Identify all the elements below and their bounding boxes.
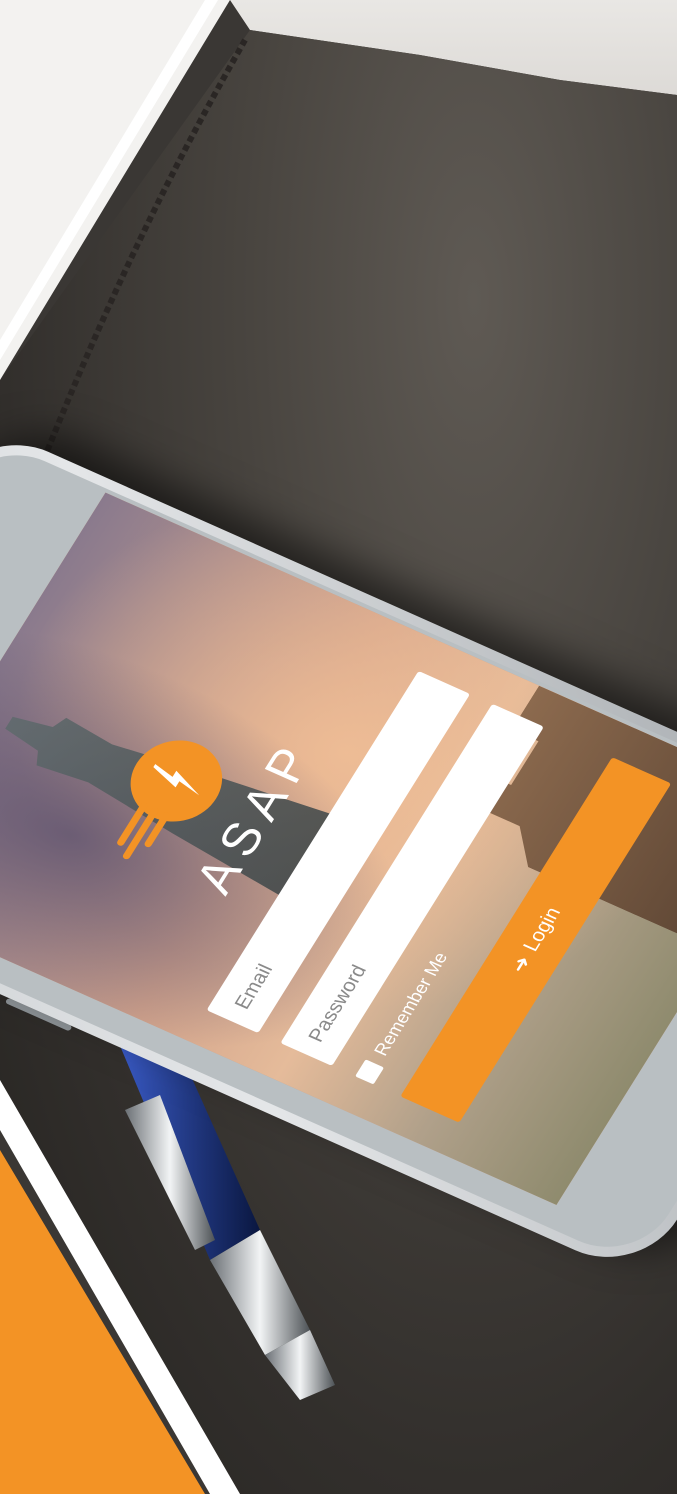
sign-in-icon: ➜ <box>506 952 536 976</box>
lightning-bolt-icon <box>146 759 209 802</box>
email-placeholder: Email <box>230 960 278 1013</box>
login-label: Login <box>518 903 565 955</box>
speed-lines-icon <box>101 800 184 880</box>
